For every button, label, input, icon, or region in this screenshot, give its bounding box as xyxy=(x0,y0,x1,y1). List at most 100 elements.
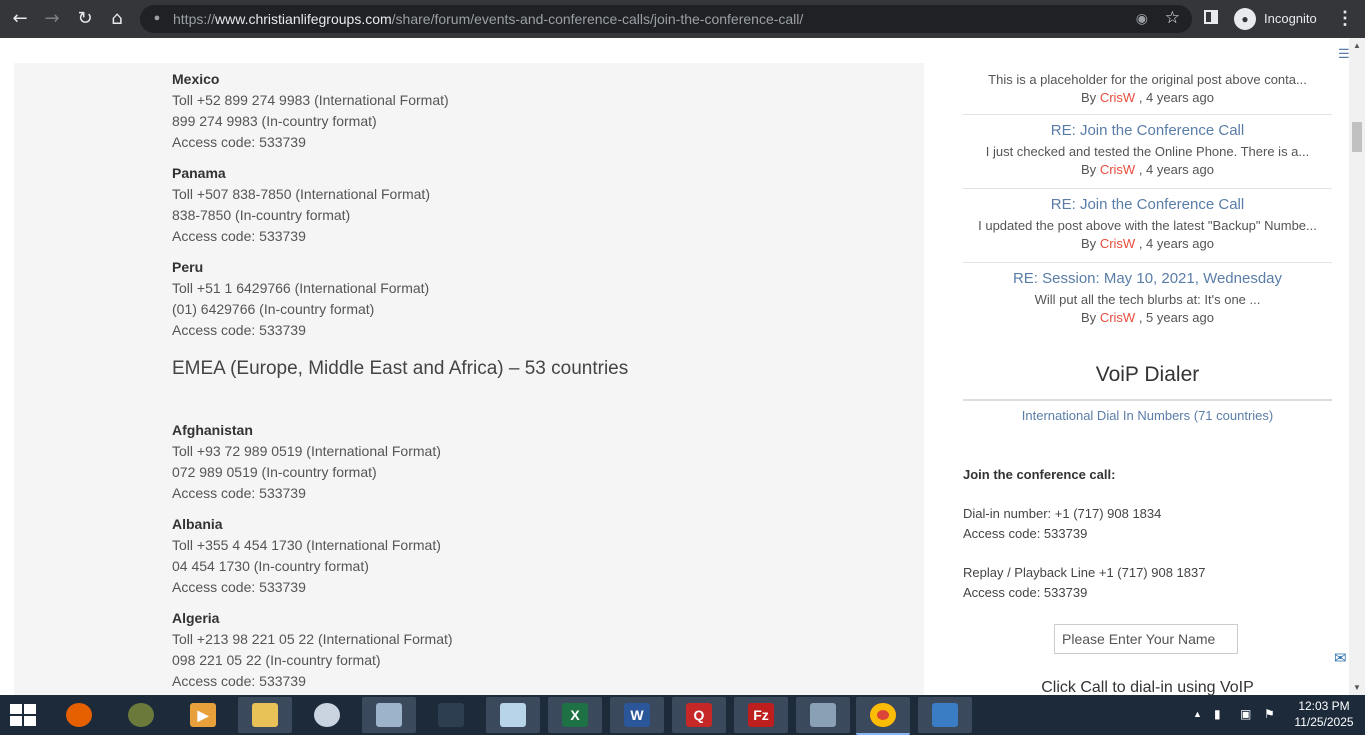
local-number: 838-7850 (In-country format) xyxy=(172,207,351,223)
scroll-down-icon[interactable]: ▼ xyxy=(1353,683,1361,692)
home-icon[interactable]: ⌂ xyxy=(105,7,129,31)
access-code: Access code: 533739 xyxy=(172,579,306,595)
action-flag-icon[interactable]: ⚑ xyxy=(1264,707,1275,721)
recent-post: This is a placeholder for the original p… xyxy=(963,71,1332,107)
local-number: 072 989 0519 (In-country format) xyxy=(172,464,377,480)
access-code: Access code: 533739 xyxy=(172,322,306,338)
taskbar-clock[interactable]: 12:03 PM 11/25/2025 xyxy=(1288,698,1360,730)
back-icon[interactable]: ← xyxy=(8,7,32,31)
taskbar-photo-viewer[interactable] xyxy=(796,697,850,733)
clock-time: 12:03 PM xyxy=(1298,699,1350,713)
paint-palette-icon xyxy=(314,703,340,727)
taskbar-remote-desktop[interactable] xyxy=(918,697,972,733)
lock-icon[interactable]: ● xyxy=(150,11,164,25)
intl-dial-in-link[interactable]: International Dial In Numbers (71 countr… xyxy=(963,408,1332,423)
firefox-icon xyxy=(66,703,92,727)
toll-number: Toll +93 72 989 0519 (International Form… xyxy=(172,443,441,459)
taskbar-firefox[interactable] xyxy=(52,697,106,733)
recent-post: RE: Join the Conference Call I updated t… xyxy=(963,196,1332,253)
reload-icon[interactable]: ↻ xyxy=(73,7,97,31)
q-app-icon: Q xyxy=(686,703,712,727)
country-name: Peru xyxy=(172,259,204,275)
scroll-up-icon[interactable]: ▲ xyxy=(1353,41,1361,50)
access-code: Access code: 533739 xyxy=(172,673,306,689)
access-code: Access code: 533739 xyxy=(963,526,1088,541)
clock-date: 11/25/2025 xyxy=(1294,715,1354,729)
country-block-panama: Panama Toll +507 838-7850 (International… xyxy=(172,163,430,247)
folder-icon xyxy=(252,703,278,727)
photo-viewer-icon xyxy=(810,703,836,727)
name-input[interactable] xyxy=(1054,624,1238,654)
emea-section-title: EMEA (Europe, Middle East and Africa) – … xyxy=(172,358,629,379)
incognito-icon[interactable]: ● xyxy=(1234,8,1256,30)
menu-icon[interactable]: ☰ xyxy=(1338,46,1349,62)
post-byline: By CrisW , 4 years ago xyxy=(1081,236,1214,251)
voip-dialer-title: VoiP Dialer xyxy=(1095,363,1200,386)
country-name: Afghanistan xyxy=(172,422,253,438)
taskbar-media-player[interactable]: ▶ xyxy=(176,697,230,733)
page-scrollbar[interactable]: ▲ ▼ xyxy=(1349,38,1365,695)
remote-desktop-icon xyxy=(932,703,958,727)
toll-number: Toll +52 899 274 9983 (International For… xyxy=(172,92,449,108)
post-title-link[interactable]: RE: Session: May 10, 2021, Wednesday xyxy=(963,270,1332,288)
network-icon[interactable]: ▣ xyxy=(1240,707,1251,721)
chat-icon[interactable]: ✉ xyxy=(1334,649,1347,667)
join-call-heading: Join the conference call: xyxy=(963,467,1116,482)
incognito-label[interactable]: Incognito xyxy=(1264,11,1317,26)
tray-device-icon[interactable]: ▮ xyxy=(1214,707,1221,721)
access-code: Access code: 533739 xyxy=(172,485,306,501)
post-excerpt: This is a placeholder for the original p… xyxy=(988,72,1307,87)
taskbar-word[interactable]: W xyxy=(610,697,664,733)
access-code: Access code: 533739 xyxy=(172,134,306,150)
side-panel-icon[interactable] xyxy=(1204,10,1218,24)
scroll-thumb[interactable] xyxy=(1352,122,1362,152)
tracking-protection-eye-icon[interactable]: ◉ xyxy=(1136,10,1148,27)
taskbar-chrome[interactable] xyxy=(856,697,910,735)
taskbar-notepad[interactable] xyxy=(486,697,540,733)
film-reel-icon xyxy=(128,703,154,727)
taskbar-calculator[interactable] xyxy=(362,697,416,733)
bookmark-star-icon[interactable]: ☆ xyxy=(1165,8,1180,28)
post-byline: By CrisW , 4 years ago xyxy=(1081,90,1214,105)
recent-post: RE: Join the Conference Call I just chec… xyxy=(963,122,1332,179)
post-byline: By CrisW , 5 years ago xyxy=(1081,310,1214,325)
author-link[interactable]: CrisW xyxy=(1100,236,1135,251)
taskbar-file-explorer[interactable] xyxy=(238,697,292,733)
author-link[interactable]: CrisW xyxy=(1100,310,1135,325)
calculator-icon xyxy=(376,703,402,727)
toll-number: Toll +355 4 454 1730 (International Form… xyxy=(172,537,441,553)
taskbar-filezilla[interactable]: Fz xyxy=(734,697,788,733)
taskbar-q-app[interactable]: Q xyxy=(672,697,726,733)
web-page: Mexico Toll +52 899 274 9983 (Internatio… xyxy=(0,38,1349,695)
post-excerpt: Will put all the tech blurbs at: It's on… xyxy=(1034,292,1261,307)
replay-number: Replay / Playback Line +1 (717) 908 1837 xyxy=(963,565,1206,580)
post-title-link[interactable]: RE: Join the Conference Call xyxy=(963,122,1332,140)
taskbar-microscope[interactable] xyxy=(424,697,478,733)
country-block-algeria: Algeria Toll +213 98 221 05 22 (Internat… xyxy=(172,608,453,692)
country-block-mexico: Mexico Toll +52 899 274 9983 (Internatio… xyxy=(172,69,449,153)
browser-menu-icon[interactable]: ⋮ xyxy=(1336,8,1354,29)
windows-taskbar: ▶ X W Q Fz ▲ ▮ ▣ ⚑ 12:03 PM 11/25/2025 xyxy=(0,695,1365,735)
local-number: 899 274 9983 (In-country format) xyxy=(172,113,377,129)
author-link[interactable]: CrisW xyxy=(1100,162,1135,177)
media-player-icon: ▶ xyxy=(190,703,216,727)
tray-overflow-icon[interactable]: ▲ xyxy=(1193,709,1202,719)
access-code: Access code: 533739 xyxy=(963,585,1088,600)
address-bar[interactable]: ● https://www.christianlifegroups.com/sh… xyxy=(140,5,1192,33)
post-title-link[interactable]: RE: Join the Conference Call xyxy=(963,196,1332,214)
word-icon: W xyxy=(624,703,650,727)
notepad-icon xyxy=(500,703,526,727)
country-block-afghanistan: Afghanistan Toll +93 72 989 0519 (Intern… xyxy=(172,420,441,504)
url-text[interactable]: https://www.christianlifegroups.com/shar… xyxy=(173,11,803,27)
taskbar-excel[interactable]: X xyxy=(548,697,602,733)
post-excerpt: I updated the post above with the latest… xyxy=(978,218,1317,233)
taskbar-paint[interactable] xyxy=(300,697,354,733)
filezilla-icon: Fz xyxy=(748,703,774,727)
country-name: Mexico xyxy=(172,71,220,87)
windows-start-icon[interactable] xyxy=(10,704,38,726)
post-excerpt: I just checked and tested the Online Pho… xyxy=(985,144,1310,159)
forward-icon[interactable]: → xyxy=(40,7,64,31)
author-link[interactable]: CrisW xyxy=(1100,90,1135,105)
browser-toolbar: ← → ↻ ⌂ ● https://www.christianlifegroup… xyxy=(0,0,1365,38)
taskbar-media[interactable] xyxy=(114,697,168,733)
